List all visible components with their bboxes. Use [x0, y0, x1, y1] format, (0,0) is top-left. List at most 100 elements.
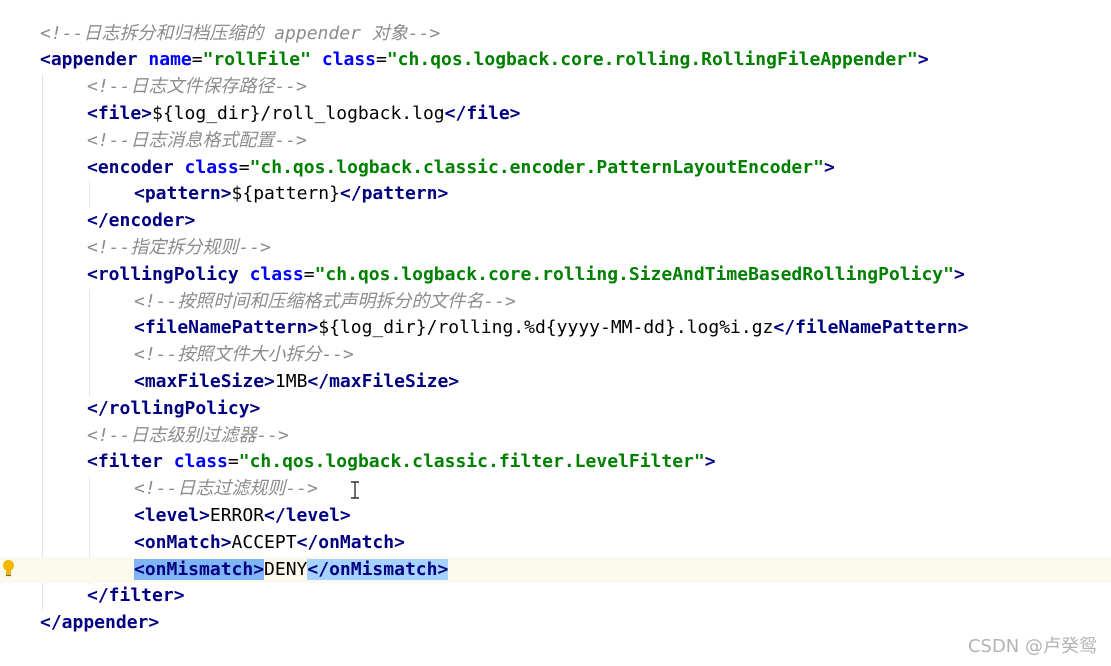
- text-cursor-icon: [351, 481, 359, 499]
- code-line-content: <maxFileSize>1MB</maxFileSize>: [134, 369, 459, 396]
- code-line[interactable]: <onMatch>ACCEPT</onMatch>: [0, 530, 1111, 557]
- code-token: ${log_dir}/rolling.%d{yyyy-MM-dd}.log%i.…: [318, 317, 774, 339]
- code-line-content: <onMismatch>DENY</onMismatch>: [134, 557, 449, 584]
- code-token: "ch.qos.logback.core.rolling.SizeAndTime…: [314, 263, 954, 285]
- code-token: </onMatch>: [296, 531, 405, 553]
- code-token: <filter: [87, 451, 163, 473]
- code-token: name: [148, 49, 192, 71]
- code-token: =: [303, 263, 315, 285]
- code-line[interactable]: <level>ERROR</level>: [0, 503, 1111, 530]
- code-token: <!--指定拆分规则-->: [87, 237, 271, 258]
- code-token: <level>: [134, 505, 210, 526]
- code-token: =: [191, 49, 203, 71]
- code-token: </appender>: [40, 612, 160, 634]
- code-token: <rollingPolicy: [87, 263, 239, 285]
- code-line[interactable]: <filter class="ch.qos.logback.classic.fi…: [0, 449, 1111, 476]
- code-token: <maxFileSize>: [134, 371, 275, 392]
- code-line-content: <!--按照时间和压缩格式声明拆分的文件名-->: [134, 289, 516, 316]
- code-line-content: </rollingPolicy>: [87, 396, 260, 423]
- code-line-content: <filter class="ch.qos.logback.classic.fi…: [87, 449, 716, 476]
- code-token: "ch.qos.logback.core.rolling.RollingFile…: [386, 49, 918, 71]
- code-line-content: <!--指定拆分规则-->: [87, 235, 271, 262]
- code-line[interactable]: <fileNamePattern>${log_dir}/rolling.%d{y…: [0, 315, 1111, 342]
- code-line-content: <encoder class="ch.qos.logback.classic.e…: [87, 155, 835, 182]
- code-token: "rollFile": [202, 49, 311, 71]
- code-line-content: <rollingPolicy class="ch.qos.logback.cor…: [87, 262, 965, 289]
- code-token: class: [184, 156, 239, 178]
- code-line[interactable]: <appender name="rollFile" class="ch.qos.…: [0, 47, 1111, 74]
- code-token: >: [917, 49, 929, 71]
- code-line[interactable]: <rollingPolicy class="ch.qos.logback.cor…: [0, 262, 1111, 289]
- code-line-content: </appender>: [40, 610, 159, 637]
- code-line[interactable]: <!--指定拆分规则-->: [0, 235, 1111, 262]
- code-token: =: [238, 156, 250, 178]
- code-line-content: </filter>: [87, 583, 185, 610]
- code-line-content: <!--日志过滤规则-->: [134, 476, 318, 503]
- code-token: <onMatch>: [134, 531, 232, 553]
- code-line[interactable]: </rollingPolicy>: [0, 396, 1111, 423]
- code-line-content: <appender name="rollFile" class="ch.qos.…: [40, 47, 929, 74]
- code-line[interactable]: <!--日志级别过滤器-->: [0, 423, 1111, 450]
- code-token: </encoder>: [87, 210, 196, 232]
- code-line-content: <!--日志消息格式配置-->: [87, 128, 307, 155]
- code-line[interactable]: </filter>: [0, 583, 1111, 610]
- code-token: </filter>: [87, 585, 185, 607]
- code-token: ${log_dir}/roll_logback.log: [152, 103, 445, 124]
- code-line-content: <level>ERROR</level>: [134, 503, 351, 530]
- watermark: CSDN @卢癸鸳: [967, 636, 1097, 657]
- code-token: <!--日志消息格式配置-->: [87, 129, 307, 151]
- code-line[interactable]: <pattern>${pattern}</pattern>: [0, 181, 1111, 208]
- code-token: =: [376, 49, 387, 71]
- code-line[interactable]: </appender>: [0, 610, 1111, 637]
- code-line[interactable]: </encoder>: [0, 208, 1111, 235]
- code-token: <fileNamePattern>: [134, 317, 319, 339]
- lightbulb-icon[interactable]: [2, 559, 15, 577]
- code-token: <!--按照文件大小拆分-->: [134, 344, 354, 366]
- code-line[interactable]: <!--日志拆分和归档压缩的 appender 对象-->: [0, 21, 1111, 48]
- code-token: <onMismatch>: [134, 558, 265, 580]
- code-token: DENY: [264, 558, 308, 580]
- code-token: ACCEPT: [231, 531, 297, 553]
- code-token: ${pattern}: [231, 183, 340, 205]
- code-line-content: <!--日志级别过滤器-->: [87, 423, 289, 450]
- code-token: <appender: [40, 49, 138, 71]
- code-token: </maxFileSize>: [307, 371, 460, 392]
- code-token: <!--日志级别过滤器-->: [87, 424, 289, 446]
- code-line-content: <!--日志文件保存路径-->: [87, 74, 307, 101]
- code-token: class: [321, 49, 376, 71]
- code-token: </onMismatch>: [307, 558, 449, 580]
- code-line[interactable]: <!--日志消息格式配置-->: [0, 128, 1111, 155]
- code-line[interactable]: <!--日志文件保存路径-->: [0, 74, 1111, 101]
- code-token: >: [823, 156, 835, 178]
- code-line[interactable]: <!--按照文件大小拆分-->: [0, 342, 1111, 369]
- code-token: >: [953, 263, 965, 285]
- code-line[interactable]: <encoder class="ch.qos.logback.classic.e…: [0, 155, 1111, 182]
- code-line[interactable]: <maxFileSize>1MB</maxFileSize>: [0, 369, 1111, 396]
- code-token: "ch.qos.logback.classic.filter.LevelFilt…: [238, 451, 705, 473]
- code-token: 1MB: [274, 371, 308, 392]
- code-token: "ch.qos.logback.classic.encoder.PatternL…: [249, 156, 824, 178]
- code-line[interactable]: <file>${log_dir}/roll_logback.log</file>: [0, 101, 1111, 128]
- code-line-content: <onMatch>ACCEPT</onMatch>: [134, 530, 405, 557]
- code-line[interactable]: <onMismatch>DENY</onMismatch>: [0, 556, 1111, 584]
- code-token: class: [249, 263, 304, 285]
- code-line[interactable]: <!--按照时间和压缩格式声明拆分的文件名-->: [0, 289, 1111, 316]
- code-token: ERROR: [209, 505, 265, 526]
- code-token: </pattern>: [339, 183, 449, 205]
- code-editor[interactable]: <!--日志拆分和归档压缩的 appender 对象--> <appender n…: [0, 0, 1111, 666]
- code-line[interactable]: <!--日志过滤规则-->: [0, 476, 1111, 503]
- code-token: <encoder: [87, 156, 174, 178]
- code-token: class: [173, 451, 228, 473]
- code-token: </level>: [264, 505, 351, 526]
- code-line-content: </encoder>: [87, 208, 195, 235]
- code-token: >: [704, 451, 716, 473]
- code-token: </fileNamePattern>: [773, 317, 969, 339]
- code-token: <!--日志过滤规则-->: [134, 478, 318, 500]
- code-line-content: <!--日志拆分和归档压缩的 appender 对象-->: [40, 21, 440, 48]
- code-line-content: <pattern>${pattern}</pattern>: [134, 181, 448, 208]
